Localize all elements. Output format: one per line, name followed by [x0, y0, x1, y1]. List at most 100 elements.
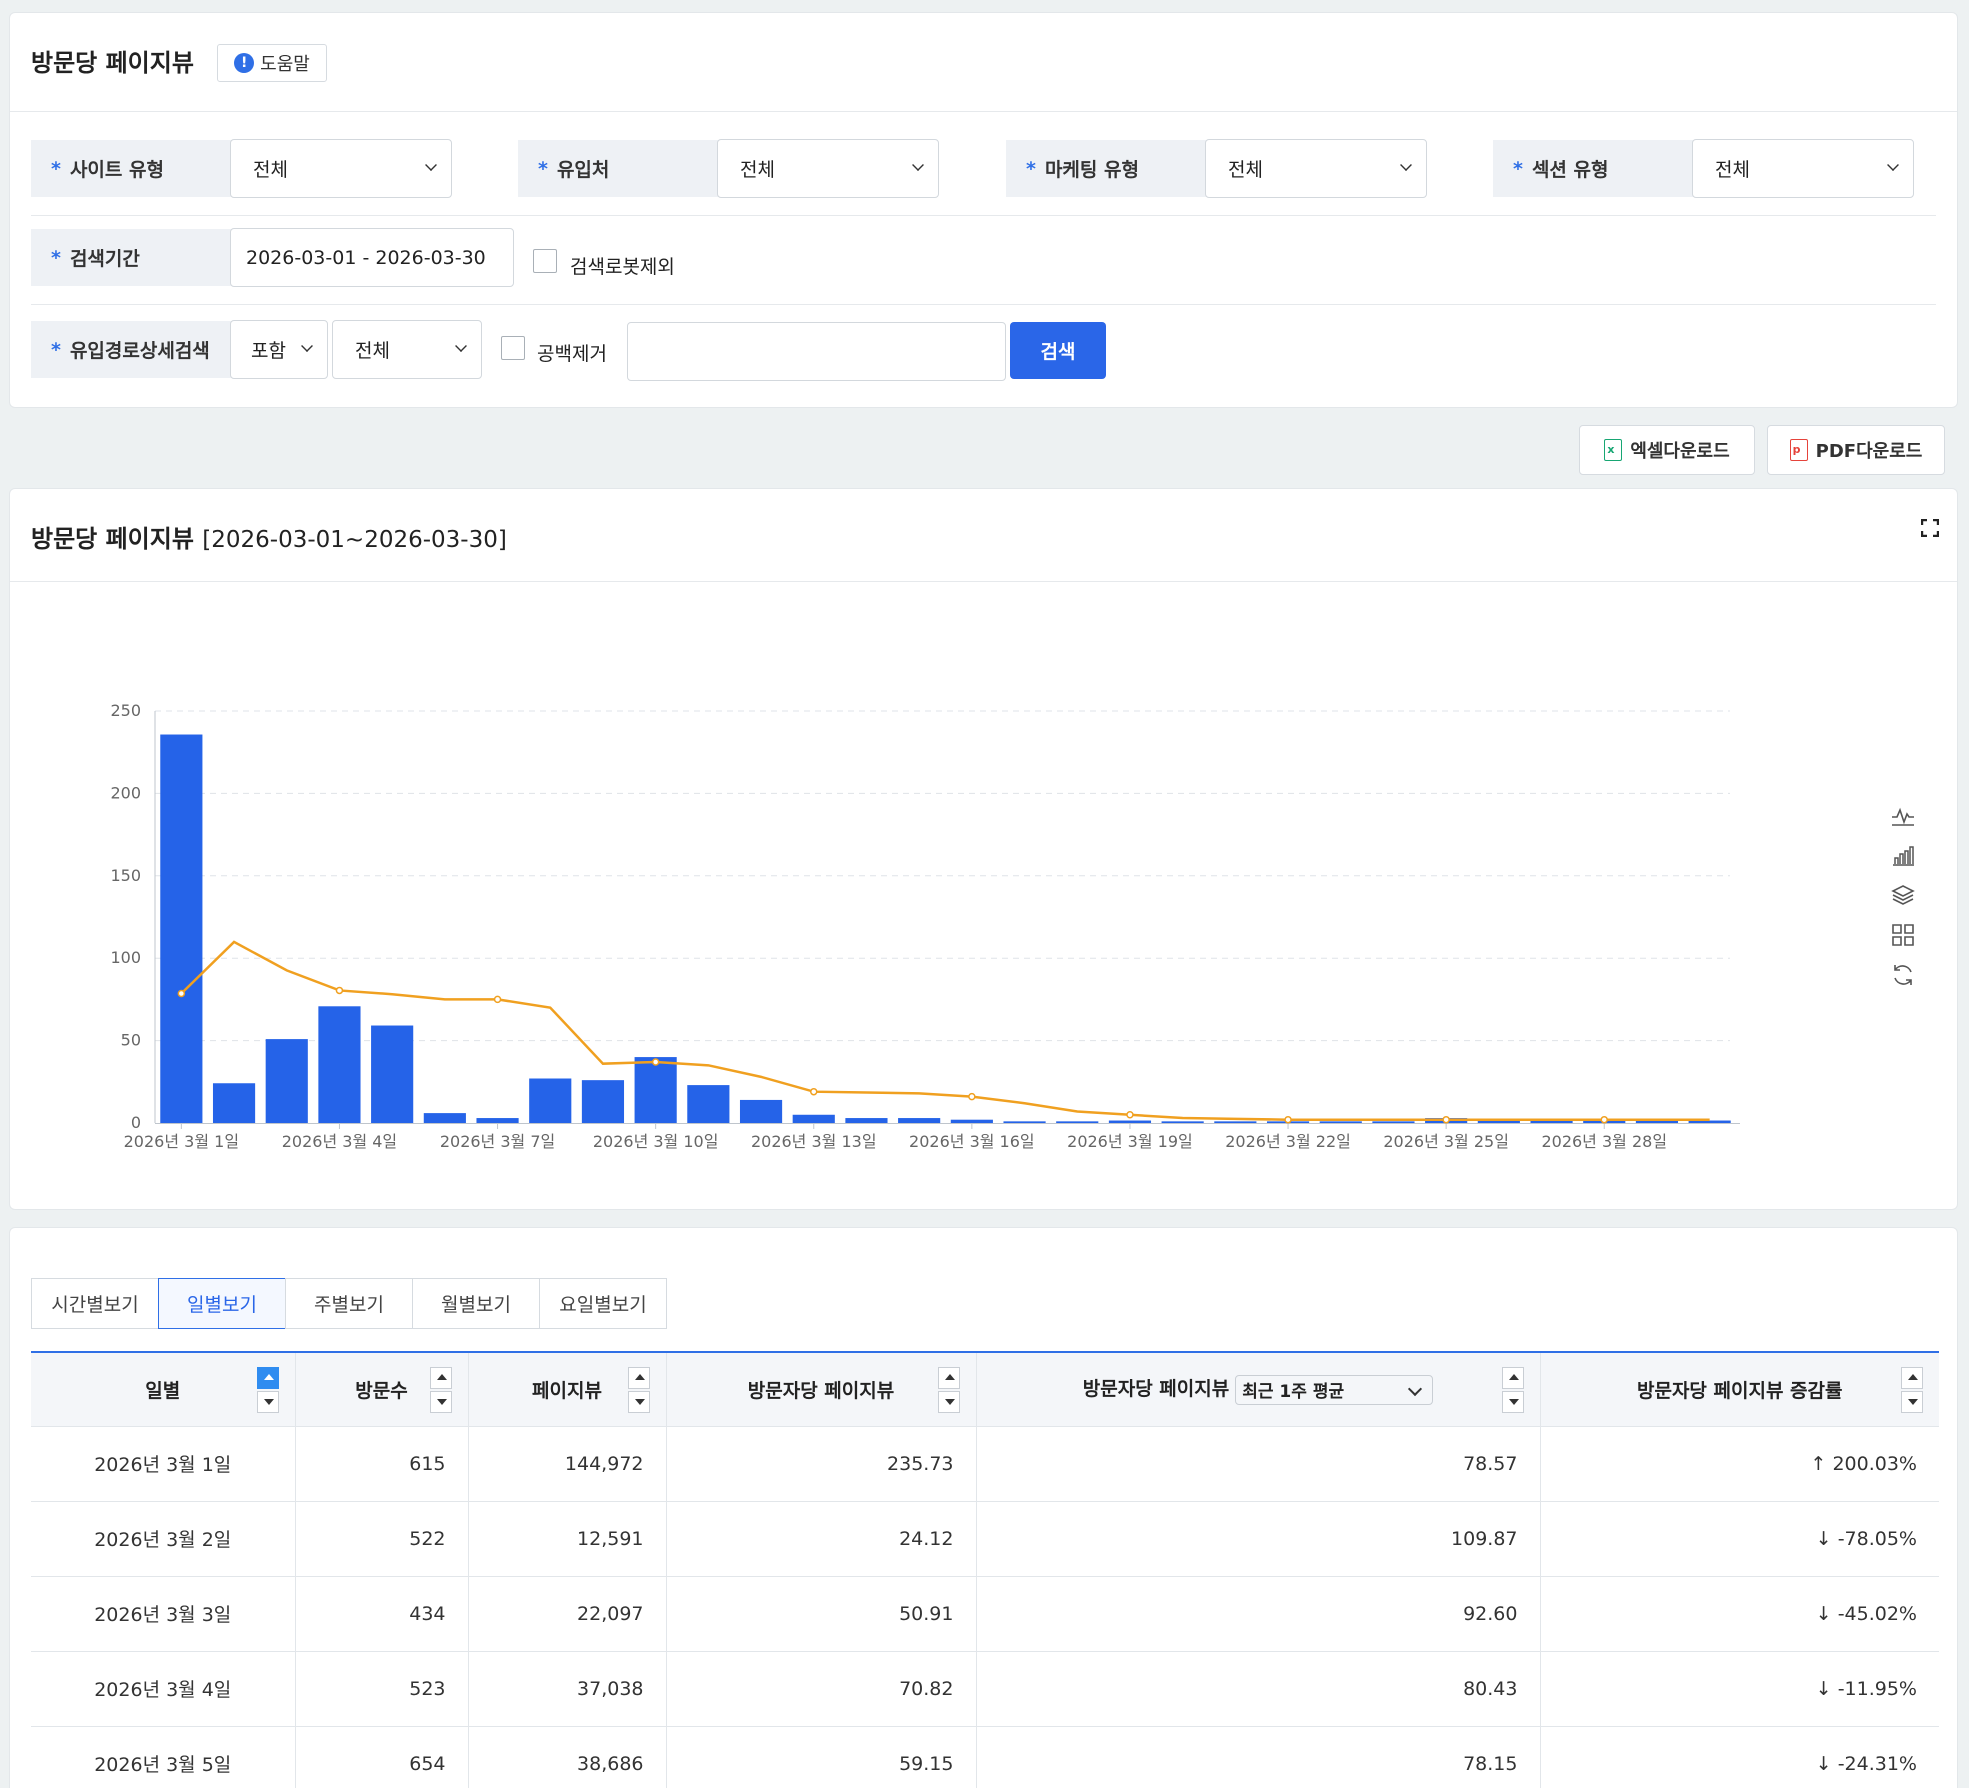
excel-file-icon: x — [1604, 439, 1623, 461]
column-header-date: 일별 — [31, 1351, 295, 1427]
bar — [634, 1057, 677, 1123]
pageview-chart: 0 50 100 150 200 250 2026년 3월 1일 2026년 3월 4일 202… — [110, 701, 1740, 1151]
line-point — [1284, 1115, 1292, 1124]
arrow-down-icon: ↓ — [1815, 1752, 1838, 1775]
line-point — [335, 986, 344, 995]
table-row: 2026년 3월 3일 434 22,097 50.91 92.60 ↓ -45.02% — [31, 1576, 1939, 1652]
sort-control[interactable] — [1501, 1367, 1524, 1413]
path-search-input[interactable] — [627, 322, 1006, 381]
site-type-select[interactable]: 전체 — [230, 139, 452, 198]
arrow-down-icon: ↓ — [1815, 1602, 1838, 1625]
tab-hourly[interactable]: 시간별보기 — [31, 1278, 159, 1329]
date-range-input[interactable]: 2026-03-01 - 2026-03-30 — [230, 228, 514, 287]
pv-per-visitor-cell: 24.12 — [665, 1501, 976, 1577]
avg-cell: 92.60 — [975, 1576, 1540, 1652]
pv-per-visitor-cell: 70.82 — [665, 1651, 976, 1727]
x-tick-label: 2026년 3월 16일 — [909, 1132, 1035, 1151]
exclude-bots-checkbox[interactable] — [533, 249, 557, 273]
x-tick-label: 2026년 3월 4일 — [282, 1132, 397, 1151]
bar — [318, 1006, 361, 1123]
bar — [1003, 1121, 1046, 1123]
line-chart-icon[interactable] — [1890, 803, 1916, 829]
line-point — [1126, 1111, 1134, 1119]
bar — [739, 1099, 783, 1123]
view-tabs: 시간별보기 일별보기 주별보기 월별보기 요일별보기 — [31, 1278, 667, 1329]
change-rate-cell: ↓ -11.95% — [1539, 1651, 1939, 1727]
table-panel: 시간별보기 일별보기 주별보기 월별보기 요일별보기 일별 방문수 페이지뷰 방… — [9, 1227, 1958, 1788]
bar — [898, 1118, 941, 1123]
x-tick-label: 2026년 3월 25일 — [1383, 1132, 1509, 1151]
y-tick-label: 50 — [121, 1031, 141, 1050]
line-point — [493, 995, 502, 1004]
bar — [950, 1119, 993, 1123]
referrer-select[interactable]: 전체 — [717, 139, 939, 198]
column-header-pv-per-visitor: 방문자당 페이지뷰 — [665, 1351, 976, 1427]
date-cell: 2026년 3월 2일 — [31, 1501, 295, 1577]
x-tick-label: 2026년 3월 28일 — [1541, 1132, 1667, 1151]
sort-control[interactable] — [1901, 1367, 1923, 1413]
change-rate-cell: ↓ -24.31% — [1539, 1726, 1939, 1788]
pdf-download-button[interactable]: p PDF다운로드 — [1767, 425, 1945, 475]
filter-panel: 방문당 페이지뷰 ! 도움말 * 사이트 유형 전체 * 유입처 전체 * 마케팅 유… — [9, 12, 1958, 408]
bar — [265, 1039, 308, 1123]
sort-control[interactable] — [429, 1367, 452, 1413]
bar — [1108, 1120, 1152, 1123]
tab-monthly[interactable]: 월별보기 — [412, 1278, 540, 1329]
bar — [160, 734, 203, 1123]
pv-per-visitor-cell: 59.15 — [665, 1726, 976, 1788]
x-tick-label: 2026년 3월 1일 — [124, 1132, 239, 1151]
y-tick-label: 100 — [110, 948, 141, 967]
path-scope-select[interactable]: 전체 — [332, 320, 482, 379]
search-button[interactable]: 검색 — [1010, 322, 1106, 379]
arrow-down-icon: ↓ — [1815, 1527, 1838, 1550]
chevron-down-icon — [301, 340, 313, 352]
x-tick-label: 2026년 3월 7일 — [440, 1132, 555, 1151]
visits-cell: 434 — [294, 1576, 468, 1652]
arrow-down-icon: ↓ — [1815, 1677, 1838, 1700]
bar — [845, 1118, 888, 1123]
sort-control[interactable] — [937, 1367, 960, 1413]
pv-per-visitor-cell: 50.91 — [665, 1576, 976, 1652]
date-cell: 2026년 3월 1일 — [31, 1426, 295, 1502]
table-row: 2026년 3월 4일 523 37,038 70.82 80.43 ↓ -11.95% — [31, 1651, 1939, 1727]
sort-control[interactable] — [256, 1367, 279, 1413]
divider — [31, 304, 1936, 305]
line-point — [968, 1092, 976, 1101]
include-select[interactable]: 포함 — [230, 320, 328, 379]
restore-icon[interactable] — [1890, 962, 1916, 988]
section-type-select[interactable]: 전체 — [1692, 139, 1914, 198]
marketing-type-select[interactable]: 전체 — [1205, 139, 1427, 198]
visits-cell: 615 — [294, 1426, 468, 1502]
y-tick-label: 0 — [131, 1113, 141, 1132]
chevron-down-icon — [912, 159, 924, 171]
tab-daily[interactable]: 일별보기 — [158, 1278, 286, 1329]
sort-control[interactable] — [627, 1367, 650, 1413]
tiled-icon[interactable] — [1890, 922, 1916, 948]
tab-weekly[interactable]: 주별보기 — [285, 1278, 413, 1329]
chart-panel: 방문당 페이지뷰 [2026-03-01~2026-03-30] 0 50 100 1… — [9, 488, 1958, 1210]
period-label: * 검색기간 — [31, 229, 231, 286]
change-rate-cell: ↓ -45.02% — [1539, 1576, 1939, 1652]
bar-chart-icon[interactable] — [1890, 843, 1916, 869]
chevron-down-icon — [425, 159, 437, 171]
line-point — [1442, 1115, 1450, 1124]
excel-download-button[interactable]: x 엑셀다운로드 — [1579, 425, 1755, 475]
column-header-pageviews: 페이지뷰 — [467, 1351, 666, 1427]
pdf-file-icon: p — [1789, 439, 1808, 461]
x-tick-label: 2026년 3월 13일 — [751, 1132, 877, 1151]
trim-spaces-checkbox[interactable] — [501, 336, 525, 360]
visits-cell: 522 — [294, 1501, 468, 1577]
pageviews-cell: 37,038 — [467, 1651, 666, 1727]
date-cell: 2026년 3월 4일 — [31, 1651, 295, 1727]
visits-cell: 523 — [294, 1651, 468, 1727]
stack-icon[interactable] — [1890, 882, 1916, 908]
average-period-select[interactable]: 최근 1주 평균 — [1235, 1374, 1434, 1405]
help-button[interactable]: ! 도움말 — [217, 44, 327, 82]
pageviews-cell: 38,686 — [467, 1726, 666, 1788]
bar — [581, 1080, 625, 1123]
bar — [687, 1085, 730, 1123]
trim-spaces-label: 공백제거 — [537, 343, 607, 365]
bar — [1372, 1121, 1415, 1123]
line-point — [177, 989, 186, 998]
tab-weekday[interactable]: 요일별보기 — [539, 1278, 667, 1329]
